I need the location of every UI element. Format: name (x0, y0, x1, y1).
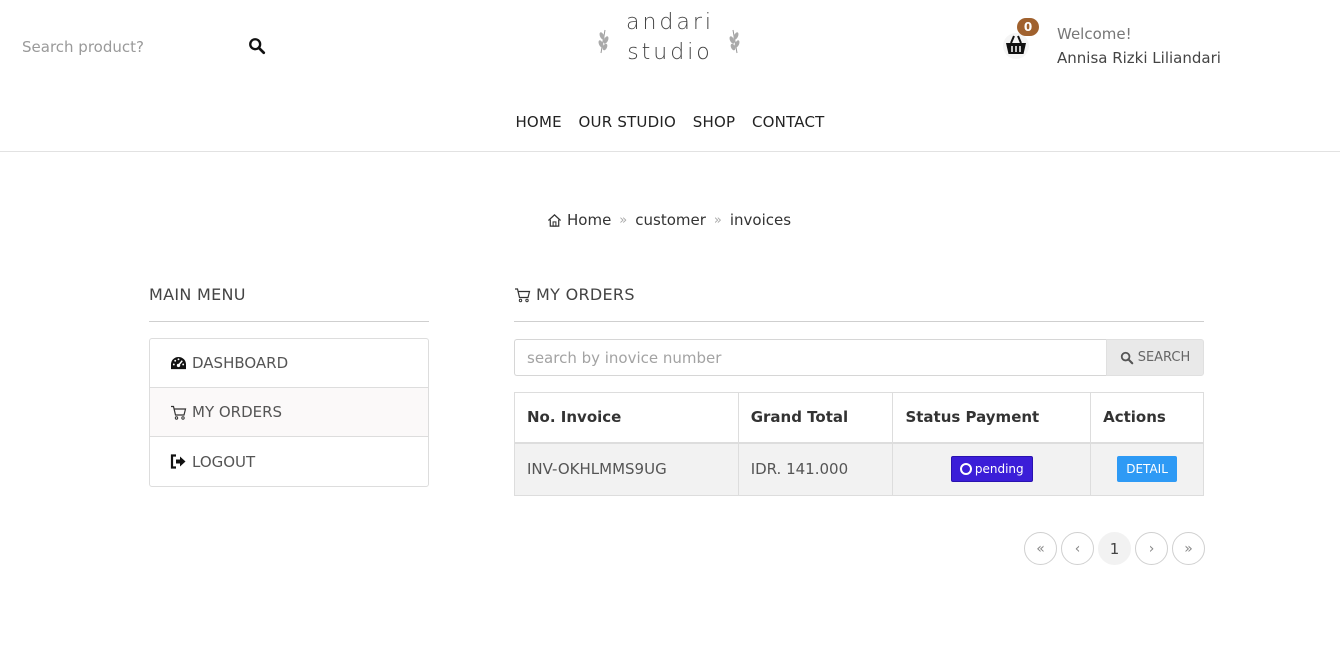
header-search (22, 36, 272, 58)
nav-home[interactable]: HOME (515, 113, 561, 131)
product-search-input[interactable] (22, 36, 232, 58)
sidebar-title: MAIN MENU (149, 285, 246, 304)
logo-text-line2: studio (627, 40, 713, 65)
column-header: Grand Total (737, 392, 894, 444)
page-prev-button[interactable]: ‹ (1061, 532, 1094, 565)
home-icon (547, 213, 562, 227)
sidebar-item-my-orders[interactable]: MY ORDERS (150, 388, 428, 437)
brand-logo[interactable]: andari studio (596, 10, 742, 70)
nav-shop[interactable]: SHOP (693, 113, 735, 131)
cart-count-badge: 0 (1017, 18, 1039, 36)
actions-cell: DETAIL (1090, 442, 1204, 496)
sidebar-divider (149, 321, 429, 322)
sign-out-icon (170, 454, 186, 469)
table-row: INV-OKHLMMS9UG IDR. 141.000 pending DETA… (514, 442, 1204, 496)
invoice-search-form: SEARCH (514, 339, 1204, 376)
column-header: Status Payment (892, 392, 1092, 444)
cart-button[interactable]: 0 (1003, 18, 1039, 60)
circle-notch-icon (959, 463, 972, 476)
nav-our-studio[interactable]: OUR STUDIO (579, 113, 676, 131)
sidebar-menu: DASHBOARD MY ORDERS LOGOUT (149, 338, 429, 487)
search-button[interactable]: SEARCH (1106, 339, 1204, 376)
nav-contact[interactable]: CONTACT (752, 113, 825, 131)
breadcrumb-invoices: invoices (729, 211, 792, 229)
cart-icon (515, 287, 531, 302)
page-title: MY ORDERS (514, 285, 635, 304)
main-nav: HOME OUR STUDIO SHOP CONTACT (0, 113, 1340, 131)
dashboard-icon (171, 356, 186, 369)
search-icon (1120, 351, 1133, 364)
search-icon[interactable] (248, 37, 266, 55)
welcome-text: Welcome! (1057, 25, 1132, 43)
invoice-search-input[interactable] (514, 339, 1106, 376)
orders-table: No. Invoice Grand Total Status Payment A… (514, 392, 1204, 496)
page-last-button[interactable]: » (1172, 532, 1205, 565)
invoice-number-cell: INV-OKHLMMS9UG (514, 442, 739, 496)
leaf-icon (729, 29, 740, 54)
detail-button[interactable]: DETAIL (1117, 456, 1177, 483)
page-title-text: MY ORDERS (536, 285, 635, 304)
breadcrumb-customer[interactable]: customer (635, 211, 706, 229)
leaf-icon (598, 29, 609, 54)
status-cell: pending (892, 442, 1092, 496)
sidebar-item-dashboard[interactable]: DASHBOARD (150, 339, 428, 388)
main-divider (514, 321, 1204, 322)
page-current[interactable]: 1 (1098, 532, 1131, 565)
grand-total-cell: IDR. 141.000 (737, 442, 894, 496)
column-header: Actions (1090, 392, 1204, 444)
sidebar-item-label: MY ORDERS (192, 403, 283, 421)
logo-text-line1: andari (625, 10, 715, 35)
header-divider (0, 151, 1340, 152)
table-header-row: No. Invoice Grand Total Status Payment A… (514, 392, 1204, 444)
status-badge-label: pending (974, 462, 1024, 477)
breadcrumb-separator: » (713, 212, 722, 228)
column-header: No. Invoice (514, 392, 739, 444)
pagination: « ‹ 1 › » (1024, 532, 1205, 565)
page-next-button[interactable]: › (1135, 532, 1168, 565)
breadcrumb: Home » customer » invoices (547, 211, 791, 229)
search-button-label: SEARCH (1137, 350, 1191, 365)
page-first-button[interactable]: « (1024, 532, 1057, 565)
status-badge: pending (950, 456, 1033, 483)
sidebar-item-logout[interactable]: LOGOUT (150, 437, 428, 486)
user-name[interactable]: Annisa Rizki Liliandari (1057, 49, 1221, 67)
breadcrumb-separator: » (619, 212, 628, 228)
breadcrumb-home[interactable]: Home (567, 211, 611, 229)
cart-icon (171, 405, 187, 420)
sidebar-item-label: DASHBOARD (192, 354, 289, 372)
sidebar-item-label: LOGOUT (192, 452, 256, 471)
